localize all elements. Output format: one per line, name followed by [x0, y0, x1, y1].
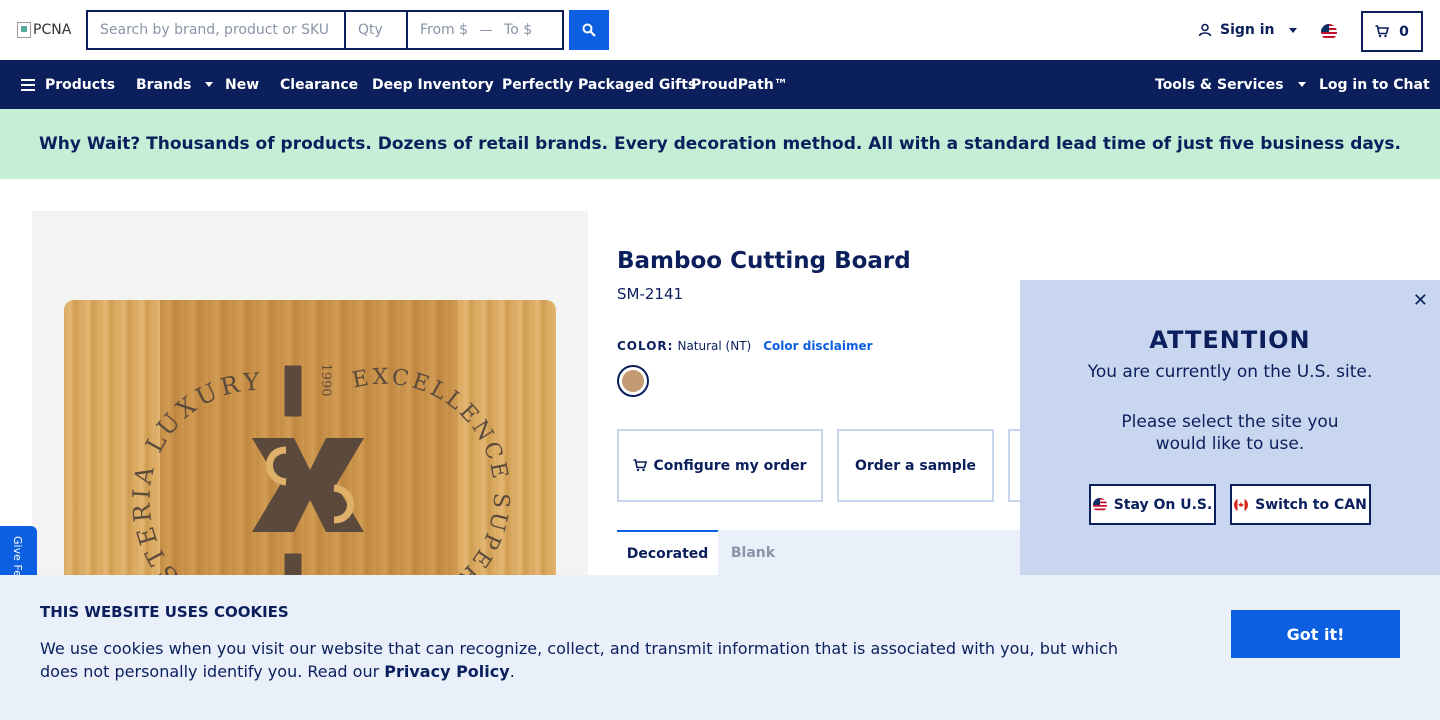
cart-icon — [1375, 25, 1390, 38]
nav-deep-inventory[interactable]: Deep Inventory — [372, 60, 494, 109]
broken-image-icon — [17, 22, 31, 38]
nav-new[interactable]: New — [225, 60, 259, 109]
canada-flag-icon — [1234, 497, 1249, 512]
nav-chat-login[interactable]: Log in to Chat — [1319, 60, 1430, 109]
promo-banner: Why Wait? Thousands of products. Dozens … — [0, 109, 1440, 179]
order-sample-button[interactable]: Order a sample — [837, 429, 994, 502]
search-form: Search by brand, product or SKU Qty From… — [86, 10, 564, 50]
search-icon — [582, 23, 596, 37]
nav-proudpath[interactable]: ProudPath™ — [691, 60, 788, 109]
quantity-input[interactable]: Qty — [346, 12, 408, 48]
price-to-input[interactable]: To $ — [504, 22, 532, 38]
modal-title: ATTENTION — [1149, 326, 1311, 354]
color-swatch-natural[interactable] — [617, 365, 649, 397]
configure-order-button[interactable]: Configure my order — [617, 429, 823, 502]
range-dash — [480, 29, 493, 31]
product-sku: SM-2141 — [617, 285, 684, 303]
cookie-text: We use cookies when you visit our websit… — [40, 639, 1118, 681]
site-header: PCNA Search by brand, product or SKU Qty… — [0, 0, 1440, 60]
search-button[interactable] — [569, 10, 609, 50]
accept-cookies-button[interactable]: Got it! — [1231, 610, 1400, 658]
sign-in-menu[interactable]: Sign in — [1198, 22, 1297, 38]
chevron-down-icon — [205, 82, 214, 87]
search-input[interactable]: Search by brand, product or SKU — [88, 12, 346, 48]
svg-text:1990: 1990 — [318, 363, 333, 396]
color-label: COLOR: — [617, 339, 674, 353]
pcna-logo[interactable]: PCNA — [17, 22, 71, 38]
nav-products[interactable]: Products — [21, 60, 115, 109]
nav-clearance[interactable]: Clearance — [280, 60, 358, 109]
chevron-down-icon — [1288, 27, 1297, 33]
stay-us-button[interactable]: Stay On U.S. — [1089, 484, 1216, 525]
cart-icon — [633, 459, 648, 472]
tab-blank[interactable]: Blank — [718, 530, 788, 575]
promo-text: Why Wait? Thousands of products. Dozens … — [38, 134, 1402, 154]
color-disclaimer-link[interactable]: Color disclaimer — [763, 339, 872, 353]
chevron-down-icon — [1297, 82, 1306, 87]
price-from-input[interactable]: From $ — [420, 22, 468, 38]
cart-button[interactable]: 0 — [1361, 11, 1423, 52]
logo-alt-text: PCNA — [33, 22, 72, 38]
price-range: From $ To $ — [408, 12, 562, 48]
privacy-policy-link[interactable]: Privacy Policy — [384, 662, 509, 681]
user-icon — [1198, 23, 1212, 37]
us-flag-icon — [1092, 497, 1107, 512]
product-title: Bamboo Cutting Board — [617, 248, 911, 274]
color-selector-label: COLOR: Natural (NT) Color disclaimer — [617, 339, 873, 353]
site-selector-modal: ✕ ATTENTION You are currently on the U.S… — [1020, 280, 1440, 575]
nav-tools-services[interactable]: Tools & Services — [1155, 60, 1306, 109]
switch-canada-button[interactable]: Switch to CAN — [1230, 484, 1371, 525]
cookie-banner: THIS WEBSITE USES COOKIES We use cookies… — [0, 575, 1440, 720]
sign-in-label: Sign in — [1220, 22, 1275, 38]
give-feedback-tab[interactable]: Give Feedback — [0, 526, 37, 576]
close-icon[interactable]: ✕ — [1413, 290, 1428, 311]
hamburger-icon — [21, 78, 35, 91]
nav-gifts[interactable]: Perfectly Packaged Gifts — [502, 60, 696, 109]
nav-brands[interactable]: Brands — [136, 60, 214, 109]
main-nav: Products Brands New Clearance Deep Inven… — [0, 60, 1440, 109]
modal-current-site-text: You are currently on the U.S. site. — [1087, 362, 1373, 382]
cart-count: 0 — [1399, 23, 1409, 40]
cookie-title: THIS WEBSITE USES COOKIES — [40, 603, 289, 621]
color-value: Natural (NT) — [677, 339, 752, 353]
tab-decorated[interactable]: Decorated — [617, 530, 718, 575]
modal-select-site-text: Please select the site you would like to… — [1121, 412, 1339, 454]
us-flag-icon[interactable] — [1321, 24, 1337, 40]
